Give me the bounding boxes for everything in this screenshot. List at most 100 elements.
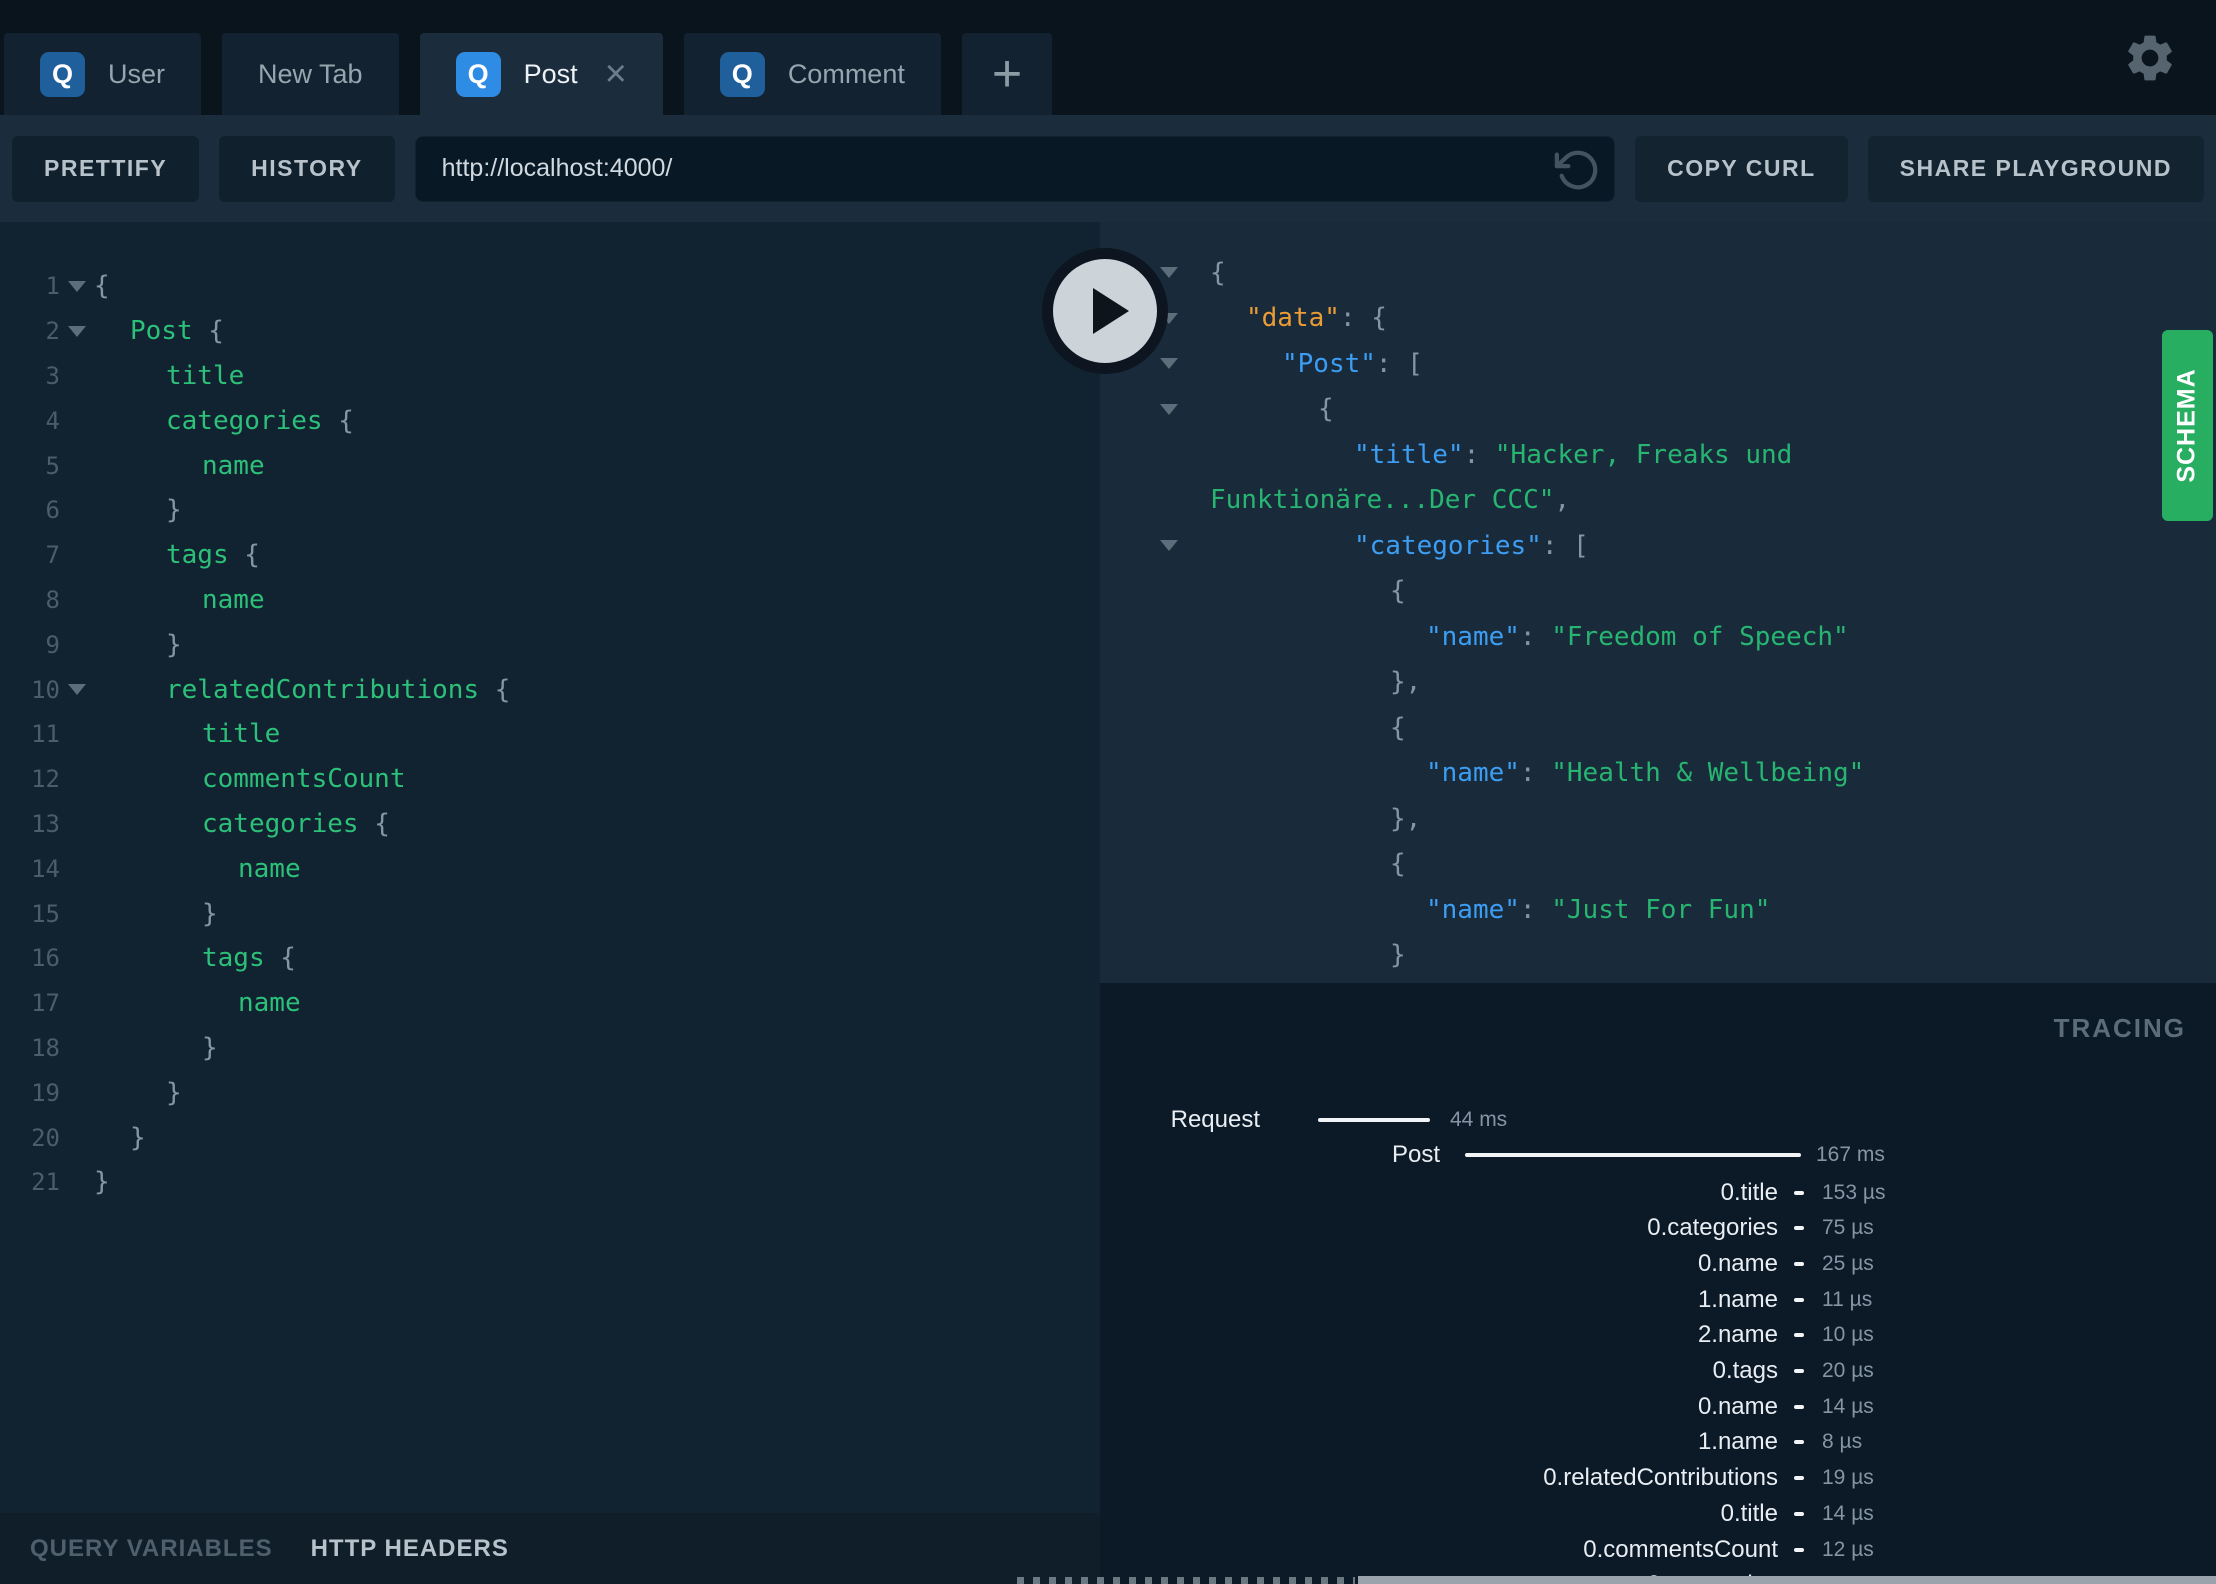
tab-bar: Q User New Tab Q Post × Q Comment +: [0, 0, 2216, 115]
endpoint-url-value: http://localhost:4000/: [441, 154, 673, 182]
editor-line-text: name: [202, 450, 265, 481]
prettify-button[interactable]: PRETTIFY: [12, 135, 200, 202]
tracing-field-row: 0.commentsCount 12 µs: [1100, 1535, 2216, 1565]
response-line-text: },: [1390, 803, 1422, 834]
tracing-field-row: 0.relatedContributions 19 µs: [1100, 1463, 2216, 1493]
tracing-field-row: 0.tags 20 µs: [1100, 1356, 2216, 1386]
line-number: 7: [45, 541, 60, 570]
response-line-text: "categories": [: [1354, 530, 1589, 561]
tracing-field-time: 20 µs: [1822, 1359, 1874, 1382]
fold-arrow-icon[interactable]: [1152, 358, 1186, 370]
response-line: },: [1100, 660, 2216, 706]
fold-arrow-icon[interactable]: [1152, 540, 1186, 552]
tracing-field-name: 0.title: [1720, 1499, 1778, 1527]
response-line: },: [1100, 796, 2216, 842]
tracing-field-name: 0.tags: [1712, 1357, 1778, 1384]
settings-gear-icon[interactable]: [2122, 30, 2178, 86]
new-tab-button[interactable]: +: [961, 33, 1053, 115]
editor-line-text: name: [202, 584, 265, 615]
response-line-text: "title": "Hacker, Freaks und: [1354, 439, 1793, 470]
endpoint-url-input[interactable]: http://localhost:4000/: [414, 135, 1616, 202]
tab-comment[interactable]: Q Comment: [683, 33, 941, 115]
copy-curl-button[interactable]: COPY CURL: [1635, 135, 1848, 202]
editor-line-text: {: [94, 271, 110, 302]
response-line-text: "data": {: [1246, 303, 1387, 334]
tracing-field-name: 0.categories: [1647, 1214, 1778, 1242]
line-number: 16: [31, 944, 60, 973]
tracing-span-label: Post: [1391, 1141, 1440, 1168]
fold-arrow-icon[interactable]: [1152, 403, 1186, 415]
response-line: "name": "Just For Fun": [1100, 887, 2216, 933]
editor-line: 16 tags {: [0, 936, 1100, 981]
response-line-text: "name": "Health & Wellbeing": [1426, 758, 1865, 789]
query-badge-icon: Q: [40, 51, 85, 97]
editor-line: 12 commentsCount: [0, 757, 1100, 802]
horizontal-scrollbar[interactable]: [1358, 1576, 2216, 1584]
tracing-field-time: 14 µs: [1822, 1394, 1874, 1418]
editor-line: 11 title: [0, 712, 1100, 757]
query-badge-icon: Q: [455, 51, 501, 97]
tracing-field-time: 153 µs: [1822, 1180, 1886, 1204]
tracing-field-row: 0.name 14 µs: [1100, 1392, 2216, 1422]
line-number: 21: [31, 1168, 60, 1197]
response-line: "categories": [: [1100, 523, 2216, 569]
editor-line: 6}: [0, 488, 1100, 533]
response-line-text: "name": "Just For Fun": [1426, 894, 1771, 925]
response-line-text: {: [1318, 394, 1334, 425]
tracing-duration-dash: [1794, 1261, 1804, 1266]
history-button[interactable]: HISTORY: [219, 135, 395, 202]
response-line: "title": "Hacker, Freaks und: [1100, 432, 2216, 478]
execute-query-button[interactable]: [1042, 248, 1168, 374]
line-number: 14: [31, 854, 60, 883]
query-editor-code: 1{2 Post {3 title 4 categories {5 name 6} 7 tags…: [0, 222, 1100, 1205]
tabs-container: Q User New Tab Q Post × Q Comment +: [4, 33, 1053, 115]
query-editor-pane[interactable]: 1{2 Post {3 title 4 categories {5 name 6} 7 tags…: [0, 222, 1100, 1513]
tracing-field-row: 1.name 8 µs: [1100, 1427, 2216, 1457]
tracing-field-time: 19 µs: [1822, 1466, 1874, 1490]
tracing-span-time: 167 ms: [1816, 1143, 1885, 1166]
line-number: 6: [45, 496, 60, 525]
share-playground-button[interactable]: SHARE PLAYGROUND: [1867, 135, 2204, 202]
line-number: 8: [45, 585, 60, 614]
schema-side-tab[interactable]: SCHEMA: [2162, 330, 2213, 521]
editor-line: 4 categories {: [0, 398, 1100, 443]
tracing-field-name: 0.name: [1697, 1249, 1778, 1277]
editor-line: 17 name: [0, 981, 1100, 1026]
tracing-field-time: 14 µs: [1822, 1501, 1874, 1525]
tracing-span-row: Request 44 ms: [1100, 1105, 2216, 1135]
response-line: {: [1100, 250, 2216, 296]
editor-line-text: }: [166, 629, 182, 660]
response-line: Funktionäre...Der CCC",: [1100, 478, 2216, 524]
response-line: "data": {: [1100, 296, 2216, 342]
fold-arrow-icon[interactable]: [60, 325, 94, 337]
reload-schema-icon[interactable]: [1554, 147, 1600, 193]
http-headers-tab[interactable]: HTTP HEADERS: [311, 1535, 509, 1563]
tab-user[interactable]: Q User: [4, 33, 202, 115]
tracing-field-name: 0.commentsCount: [1583, 1535, 1778, 1563]
editor-line: 7 tags {: [0, 533, 1100, 578]
fold-arrow-icon[interactable]: [60, 684, 94, 696]
tab-label: Post: [523, 58, 578, 89]
tracing-field-time: 11 µs: [1822, 1287, 1873, 1311]
tracing-panel[interactable]: TRACING Request 44 ms Post 167 ms 0.title 153…: [1100, 983, 2216, 1584]
response-pane[interactable]: {"data": {"Post": [{"title": "Hacker, Fr…: [1100, 222, 2216, 983]
tab-post[interactable]: Q Post ×: [419, 33, 663, 115]
tracing-duration-dash: [1794, 1547, 1804, 1552]
query-variables-tab[interactable]: QUERY VARIABLES: [30, 1535, 273, 1563]
response-line-text: }: [1390, 940, 1406, 971]
tracing-field-name: 0.relatedContributions: [1543, 1464, 1778, 1492]
tracing-field-time: 8 µs: [1822, 1430, 1863, 1454]
response-line: {: [1100, 387, 2216, 433]
schema-side-tab-label: SCHEMA: [2173, 368, 2201, 483]
editor-line-text: name: [238, 988, 301, 1019]
line-number: 15: [31, 899, 60, 928]
response-line-text: },: [1390, 667, 1422, 698]
close-tab-icon[interactable]: ×: [605, 55, 627, 93]
line-number: 4: [45, 406, 60, 435]
tracing-duration-dash: [1794, 1511, 1804, 1516]
tab-new-tab[interactable]: New Tab: [222, 33, 399, 115]
clipped-bottom-text: [1017, 1577, 1355, 1584]
editor-line-text: }: [166, 1077, 182, 1108]
toolbar: PRETTIFY HISTORY http://localhost:4000/ …: [0, 115, 2216, 222]
fold-arrow-icon[interactable]: [60, 280, 94, 292]
